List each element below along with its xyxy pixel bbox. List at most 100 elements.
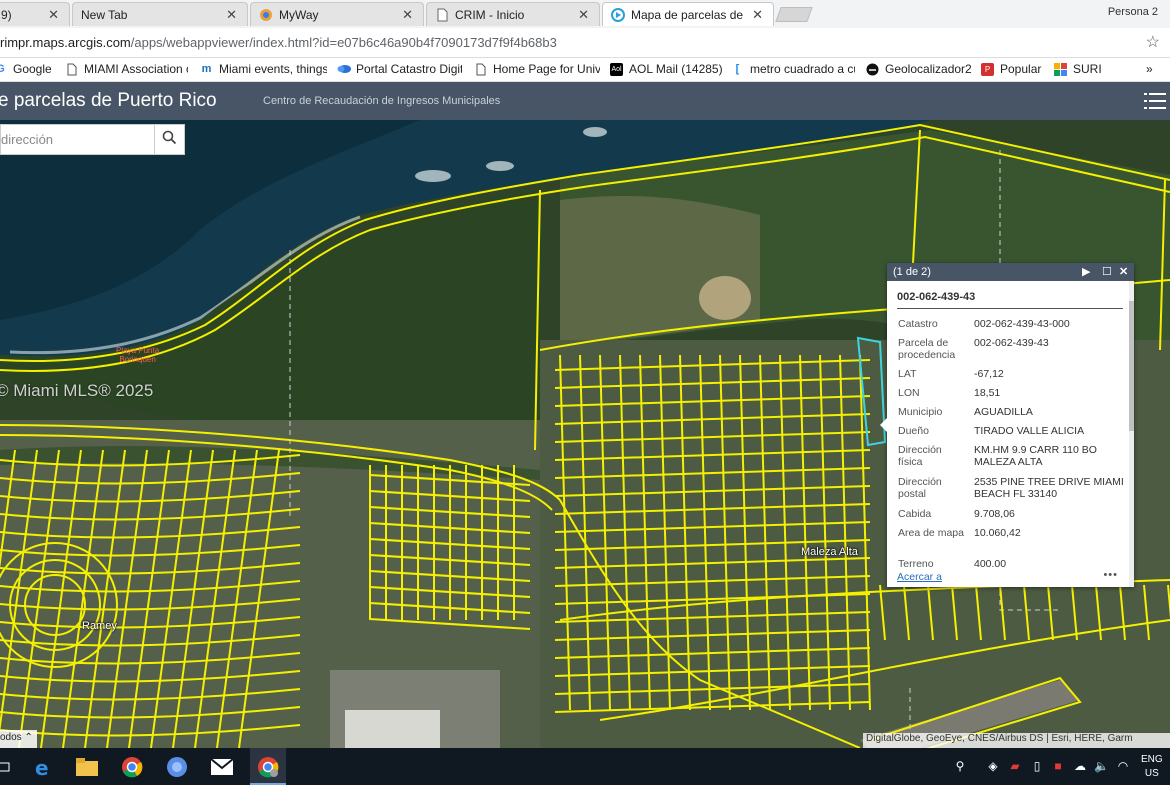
app-subtitle: Centro de Recaudación de Ingresos Munici…: [263, 95, 501, 107]
bookmark-home-page-univ[interactable]: Home Page for Univ: [474, 62, 600, 76]
myway-icon: [259, 8, 273, 22]
chrome-profile-icon[interactable]: [255, 754, 281, 780]
chrome-icon[interactable]: [119, 754, 145, 780]
task-view-icon[interactable]: [0, 754, 16, 780]
svg-text:e: e: [35, 756, 49, 778]
bookmark-label: metro cuadrado a cu: [750, 62, 855, 76]
bookmark-label: Google: [13, 62, 52, 76]
bookmark-label: Home Page for Univ: [493, 62, 600, 76]
popup-body: 002-062-439-43 Catastro 002-062-439-43-0…: [887, 281, 1134, 587]
page-icon: [65, 63, 78, 76]
bookmark-label: SURI: [1073, 62, 1102, 76]
playa-punta-borinquen-label: Playa Punta Borinquen: [116, 346, 160, 364]
popup-scrollbar[interactable]: [1129, 281, 1134, 587]
browser-tab-1[interactable]: 9) ✕: [0, 2, 70, 26]
edge-icon[interactable]: e: [30, 754, 56, 780]
attr-label: Dirección física: [898, 444, 942, 468]
close-icon[interactable]: ✕: [752, 7, 763, 23]
cloud-icon: [337, 63, 351, 76]
attr-value: 9.708,06: [974, 508, 1015, 520]
new-tab-button[interactable]: [775, 7, 813, 22]
popup-divider: [897, 308, 1123, 309]
next-feature-icon[interactable]: ▶: [1082, 265, 1090, 278]
feature-popup: (1 de 2) ▶ ☐ ✕ 002-062-439-43 Catastro 0…: [880, 263, 1134, 587]
browser-tab-2[interactable]: New Tab ✕: [72, 2, 248, 26]
attr-value: 2535 PINE TREE DRIVE MIAMI BEACH FL 3314…: [974, 476, 1124, 500]
bookmark-miami-association[interactable]: MIAMI Association o: [65, 62, 188, 76]
bookmark-label: Geolocalizador2: [885, 62, 972, 76]
people-icon[interactable]: ⚲: [953, 759, 967, 773]
bookmark-suri[interactable]: SURI: [1054, 62, 1106, 76]
acrobat-icon[interactable]: ▰: [1008, 759, 1022, 773]
bookmark-portal-catastro[interactable]: Portal Catastro Digit: [337, 62, 462, 76]
attr-label: Cabida: [898, 508, 932, 520]
bookmarks-bar: G Google MIAMI Association o m Miami eve…: [0, 58, 1170, 82]
bookmark-label: Popular: [1000, 62, 1042, 76]
suri-icon: [1054, 62, 1067, 76]
browser-tab-4[interactable]: CRIM - Inicio ✕: [426, 2, 600, 26]
attr-label: LAT: [898, 368, 917, 380]
volume-icon[interactable]: 🔈: [1094, 759, 1109, 773]
url-text[interactable]: rimpr.maps.arcgis.com/apps/webappviewer/…: [0, 35, 557, 50]
browser-blue-icon[interactable]: [164, 754, 190, 780]
close-icon[interactable]: ✕: [578, 7, 589, 23]
file-explorer-icon[interactable]: [74, 754, 100, 780]
mail-icon[interactable]: [209, 754, 235, 780]
search-input[interactable]: [1, 125, 156, 154]
app-tray-icon[interactable]: ■: [1051, 759, 1065, 773]
wifi-icon[interactable]: ◠: [1116, 759, 1130, 773]
more-options-icon[interactable]: •••: [1103, 569, 1118, 581]
page-icon: [435, 8, 449, 22]
bookmark-star-icon[interactable]: ☆: [1146, 32, 1160, 52]
attr-label: Parcela de procedencia: [898, 337, 956, 361]
arcgis-icon: [611, 7, 625, 22]
attr-label: Dueño: [898, 425, 929, 437]
zoom-to-link[interactable]: Acercar a: [897, 571, 942, 583]
security-icon[interactable]: ◈: [986, 759, 1000, 773]
attr-value: TIRADO VALLE ALICIA: [974, 425, 1085, 437]
bookmarks-overflow-button[interactable]: »: [1146, 62, 1153, 76]
bookmark-label: Miami events, things: [219, 62, 327, 76]
search-button[interactable]: [154, 125, 184, 154]
attr-label: Area de mapa: [898, 527, 964, 539]
attr-value: 18,51: [974, 387, 1001, 399]
url-host: rimpr.maps.arcgis.com: [0, 35, 131, 50]
bookmark-google[interactable]: G Google: [0, 62, 52, 76]
popular-icon: P: [981, 62, 994, 76]
bookmark-miami-events[interactable]: m Miami events, things: [200, 62, 327, 76]
bookmark-popular[interactable]: P Popular: [981, 62, 1047, 76]
bookmark-metro-cuadrado[interactable]: [ metro cuadrado a cu: [731, 62, 855, 76]
browser-tab-active[interactable]: Mapa de parcelas de Pue ✕: [602, 2, 774, 26]
attr-label: Terreno: [898, 558, 934, 570]
chevron-up-icon: ⌃: [24, 732, 33, 743]
browser-tab-bar: 9) ✕ New Tab ✕ MyWay ✕ CRIM - Inicio ✕ M…: [0, 0, 1170, 28]
maximize-icon[interactable]: ☐: [1102, 265, 1112, 278]
tab-title: New Tab: [81, 7, 128, 22]
address-bar[interactable]: rimpr.maps.arcgis.com/apps/webappviewer/…: [0, 28, 1170, 58]
basemap-toggle-button[interactable]: odos ⌃: [0, 730, 37, 748]
search-icon: [162, 130, 177, 150]
profile-name[interactable]: Persona 2: [1108, 6, 1158, 18]
language-indicator[interactable]: ENG US: [1141, 753, 1163, 781]
list-menu-icon[interactable]: [1144, 90, 1166, 112]
onedrive-icon[interactable]: ☁: [1073, 759, 1087, 773]
region-code: US: [1144, 768, 1159, 779]
close-icon[interactable]: ✕: [48, 7, 59, 23]
close-icon[interactable]: ✕: [402, 7, 413, 23]
close-icon[interactable]: ✕: [226, 7, 237, 23]
device-icon[interactable]: ▯: [1030, 759, 1044, 773]
popup-pointer: [880, 418, 887, 432]
browser-tab-3[interactable]: MyWay ✕: [250, 2, 424, 26]
attr-value: 002-062-439-43-000: [974, 318, 1070, 330]
close-icon[interactable]: ✕: [1119, 265, 1128, 278]
popup-title: 002-062-439-43: [897, 291, 976, 303]
attr-label: Dirección postal: [898, 476, 942, 500]
google-icon: G: [0, 62, 5, 75]
bookmark-aol-mail[interactable]: Aol AOL Mail (14285): [610, 62, 725, 76]
attr-value: 002-062-439-43: [974, 337, 1049, 349]
bookmark-geolocalizador2[interactable]: Geolocalizador2: [866, 62, 974, 76]
meetup-icon: m: [201, 62, 212, 75]
url-path: /apps/webappviewer/index.html?id=e07b6c4…: [130, 35, 557, 50]
ramey-label: Ramey: [82, 620, 117, 632]
bookmark-label: Portal Catastro Digit: [356, 62, 462, 76]
